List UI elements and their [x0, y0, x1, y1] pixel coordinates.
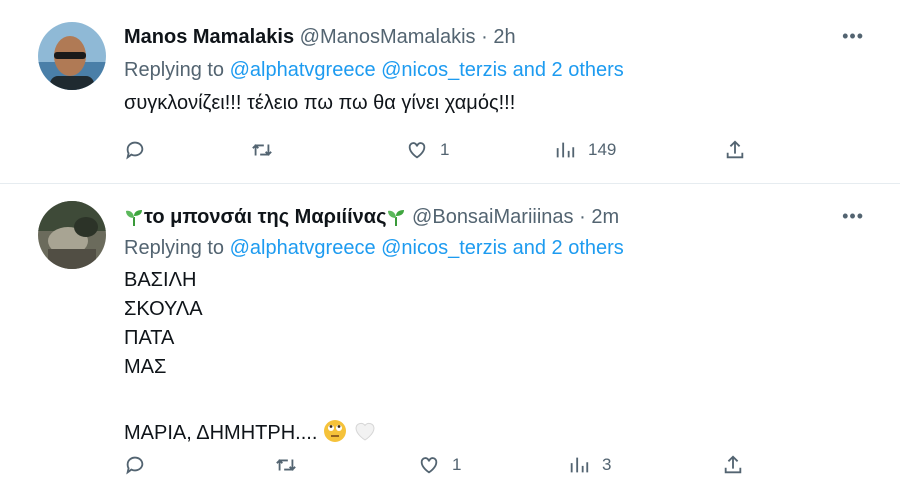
- like-count: 1: [440, 140, 450, 159]
- reply-icon: [126, 141, 144, 160]
- retweet-icon: [276, 459, 296, 471]
- more-horizontal-icon[interactable]: •••: [842, 206, 864, 227]
- reply-context: Replying to @alphatvgreece @nicos_terzis…: [124, 59, 624, 82]
- share-button[interactable]: [724, 135, 746, 165]
- tweet-1[interactable]: Manos Mamalakis @ManosMamalakis · 2h •••…: [0, 0, 900, 184]
- share-icon: [724, 455, 742, 474]
- views-count: 149: [588, 140, 617, 159]
- tweet-text-line: ΜΑΡΙΑ, ΔΗΜΗΤΡΗ....: [124, 419, 377, 448]
- tweet-text-line: [124, 382, 377, 411]
- heart-icon: [420, 457, 438, 474]
- white-heart-emoji: [355, 422, 375, 441]
- separator-dot: ·: [481, 26, 488, 48]
- reply-button[interactable]: [124, 135, 146, 165]
- retweet-button[interactable]: [250, 135, 274, 165]
- action-bar: 1 3: [124, 450, 764, 480]
- views-icon: [570, 457, 589, 473]
- separator-dot: ·: [579, 206, 586, 228]
- replying-to-label: Replying to: [124, 59, 225, 81]
- reply-mentions-link[interactable]: @alphatvgreece @nicos_terzis and 2 other…: [230, 237, 624, 259]
- views-button[interactable]: 149: [554, 135, 616, 165]
- tweet-text-line: ΣΚΟΥΛΑ: [124, 298, 203, 320]
- seedling-icon: [388, 210, 405, 226]
- tweet-text-line: συγκλονίζει!!! τέλειο πω πω θα γίνει χαμ…: [124, 92, 516, 114]
- tweet-text: ΒΑΣΙΛΗ ΣΚΟΥΛΑ ΠΑΤΑ ΜΑΣ ΜΑΡΙΑ, ΔΗΜΗΤΡΗ...…: [124, 266, 377, 448]
- display-name[interactable]: το μπονσάι της Μαριίίνας: [124, 206, 412, 228]
- tweet-text-line: ΠΑΤΑ: [124, 327, 175, 349]
- share-icon: [726, 140, 744, 159]
- retweet-button[interactable]: [274, 450, 298, 480]
- handle[interactable]: @BonsaiMariiinas: [412, 206, 573, 228]
- timestamp[interactable]: 2h: [493, 26, 515, 48]
- reply-mentions-link[interactable]: @alphatvgreece @nicos_terzis and 2 other…: [230, 59, 624, 81]
- like-button[interactable]: 1: [406, 135, 449, 165]
- views-button[interactable]: 3: [568, 450, 611, 480]
- handle[interactable]: @ManosMamalakis: [300, 26, 476, 48]
- tweet-text: συγκλονίζει!!! τέλειο πω πω θα γίνει χαμ…: [124, 89, 515, 118]
- replying-to-label: Replying to: [124, 237, 225, 259]
- avatar[interactable]: [38, 201, 106, 269]
- seedling-icon: [126, 210, 142, 226]
- action-bar: 1 149: [124, 135, 764, 165]
- views-count: 3: [602, 455, 612, 474]
- reply-context: Replying to @alphatvgreece @nicos_terzis…: [124, 237, 624, 260]
- reply-button[interactable]: [124, 450, 146, 480]
- rolling-eyes-emoji: [323, 420, 346, 442]
- reply-icon: [126, 456, 144, 475]
- tweet-2[interactable]: το μπονσάι της Μαριίίνας @BonsaiMariiina…: [0, 184, 900, 501]
- views-icon: [556, 142, 575, 158]
- timestamp[interactable]: 2m: [591, 206, 619, 228]
- share-button[interactable]: [722, 450, 744, 480]
- like-button[interactable]: 1: [418, 450, 461, 480]
- heart-icon: [408, 142, 426, 159]
- tweet-text-line: ΒΑΣΙΛΗ: [124, 269, 197, 291]
- retweet-icon: [252, 144, 272, 156]
- more-horizontal-icon[interactable]: •••: [842, 26, 864, 47]
- avatar[interactable]: [38, 22, 106, 90]
- like-count: 1: [452, 455, 462, 474]
- tweet-text-line: ΜΑΣ: [124, 356, 167, 378]
- display-name[interactable]: Manos Mamalakis: [124, 26, 294, 48]
